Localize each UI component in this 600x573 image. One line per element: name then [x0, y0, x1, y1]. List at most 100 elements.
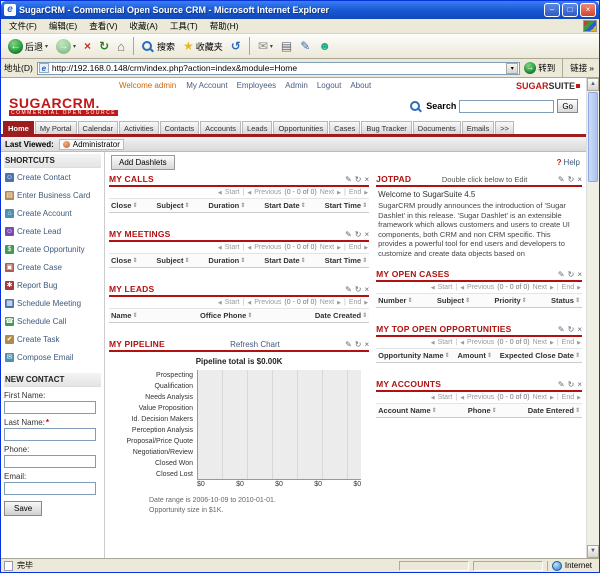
history-button[interactable]: ↺	[228, 38, 244, 55]
column-header[interactable]: Duration⇕	[208, 256, 245, 265]
sidebar-shortcut[interactable]: ⌂ Create Account	[4, 204, 101, 222]
refresh-dashlet-icon[interactable]: ↻	[568, 175, 575, 184]
add-dashlets-button[interactable]: Add Dashlets	[111, 155, 175, 170]
address-input[interactable]: e http://192.168.0.148/crm/index.php?act…	[37, 62, 520, 75]
stop-button[interactable]: ×	[81, 38, 94, 55]
sidebar-shortcut[interactable]: ✔ Create Task	[4, 330, 101, 348]
field-input[interactable]	[4, 401, 96, 414]
sidebar-shortcut[interactable]: ☺ Create Lead	[4, 222, 101, 240]
edit-dashlet-icon[interactable]: ✎	[345, 230, 352, 239]
refresh-dashlet-icon[interactable]: ↻	[355, 230, 362, 239]
edit-dashlet-icon[interactable]: ✎	[558, 325, 565, 334]
home-button[interactable]: ⌂	[114, 38, 128, 55]
dashlet-header[interactable]: MY MEETINGS ✎ ↻ ×	[109, 229, 369, 242]
column-header[interactable]: Subject⇕	[156, 256, 189, 265]
nav-tab[interactable]: Documents	[413, 121, 461, 134]
edit-dashlet-icon[interactable]: ✎	[345, 340, 352, 349]
sidebar-shortcut[interactable]: ▦ Schedule Meeting	[4, 294, 101, 312]
nav-tab[interactable]: Calendar	[78, 121, 118, 134]
column-header[interactable]: Subject⇕	[437, 296, 470, 305]
column-header[interactable]: Subject⇕	[156, 201, 189, 210]
forward-dropdown-icon[interactable]: ▾	[73, 43, 76, 50]
topbar-link[interactable]: Employees	[237, 81, 277, 90]
edit-dashlet-icon[interactable]: ✎	[345, 285, 352, 294]
column-header[interactable]: Opportunity Name⇕	[378, 351, 449, 360]
topbar-link[interactable]: About	[350, 81, 371, 90]
sidebar-shortcut[interactable]: $ Create Opportunity	[4, 240, 101, 258]
forward-button[interactable]: → ▾	[53, 38, 79, 55]
column-header[interactable]: Close⇕	[111, 201, 137, 210]
refresh-button[interactable]: ↻	[96, 38, 112, 55]
nav-tab[interactable]: Accounts	[200, 121, 241, 134]
topbar-link[interactable]: My Account	[186, 81, 227, 90]
topbar-link[interactable]: Logout	[317, 81, 341, 90]
mail-button[interactable]: ✉ ▾	[255, 38, 276, 55]
edit-dashlet-icon[interactable]: ✎	[558, 380, 565, 389]
menu-item[interactable]: 收藏(A)	[124, 19, 164, 33]
search-input[interactable]	[459, 100, 554, 113]
jotpad-content[interactable]: Welcome to SugarSuite 4.5 SugarCRM proud…	[376, 187, 582, 261]
back-button[interactable]: ← 后退 ▾	[5, 38, 51, 55]
column-header[interactable]: Expected Close Date⇕	[500, 351, 580, 360]
nav-tab[interactable]: >>	[495, 121, 514, 134]
menu-item[interactable]: 文件(F)	[3, 19, 43, 33]
dashlet-header[interactable]: MY OPEN CASES ✎ ↻ ×	[376, 269, 582, 282]
search-toolbar-button[interactable]: 搜索	[139, 39, 178, 54]
sidebar-shortcut[interactable]: ▣ Create Case	[4, 258, 101, 276]
column-header[interactable]: Close⇕	[111, 256, 137, 265]
nav-tab[interactable]: Bug Tracker	[361, 121, 411, 134]
column-header[interactable]: Status⇕	[551, 296, 580, 305]
edit-dashlet-icon[interactable]: ✎	[345, 175, 352, 184]
links-menu[interactable]: 链接 »	[570, 62, 596, 74]
nav-tab[interactable]: Leads	[242, 121, 272, 134]
nav-tab[interactable]: Contacts	[160, 121, 200, 134]
refresh-dashlet-icon[interactable]: ↻	[355, 175, 362, 184]
refresh-dashlet-icon[interactable]: ↻	[355, 340, 362, 349]
back-dropdown-icon[interactable]: ▾	[45, 43, 48, 50]
messenger-button[interactable]: ☻	[315, 38, 334, 55]
print-button[interactable]: ▤	[278, 38, 295, 55]
close-dashlet-icon[interactable]: ×	[577, 380, 582, 389]
menu-item[interactable]: 查看(V)	[83, 19, 123, 33]
menu-item[interactable]: 工具(T)	[164, 19, 204, 33]
address-dropdown-icon[interactable]: ▾	[506, 63, 518, 74]
field-input[interactable]	[4, 428, 96, 441]
sidebar-shortcut[interactable]: ☎ Schedule Call	[4, 312, 101, 330]
column-header[interactable]: Office Phone⇕	[200, 311, 252, 320]
column-header[interactable]: Start Date⇕	[264, 201, 305, 210]
edit-button[interactable]: ✎	[297, 38, 313, 55]
close-dashlet-icon[interactable]: ×	[364, 285, 369, 294]
close-button[interactable]: ×	[580, 3, 596, 17]
close-dashlet-icon[interactable]: ×	[364, 175, 369, 184]
dashlet-header[interactable]: MY CALLS ✎ ↻ ×	[109, 174, 369, 187]
close-dashlet-icon[interactable]: ×	[364, 340, 369, 349]
refresh-dashlet-icon[interactable]: ↻	[568, 325, 575, 334]
refresh-chart-link[interactable]: Refresh Chart	[169, 340, 341, 349]
sidebar-shortcut[interactable]: ✉ Compose Email	[4, 348, 101, 366]
field-input[interactable]	[4, 455, 96, 468]
column-header[interactable]: Phone⇕	[468, 406, 497, 415]
last-viewed-item[interactable]: Administrator	[59, 139, 124, 150]
close-dashlet-icon[interactable]: ×	[364, 230, 369, 239]
scroll-up-button[interactable]: ▲	[587, 78, 599, 91]
nav-tab[interactable]: Emails	[462, 121, 495, 134]
vertical-scrollbar[interactable]: ▲ ▼	[586, 78, 599, 558]
sidebar-shortcut[interactable]: ✱ Report Bug	[4, 276, 101, 294]
nav-tab[interactable]: My Portal	[35, 121, 77, 134]
close-dashlet-icon[interactable]: ×	[577, 325, 582, 334]
column-header[interactable]: Amount⇕	[458, 351, 492, 360]
column-header[interactable]: Start Date⇕	[264, 256, 305, 265]
nav-tab[interactable]: Home	[3, 121, 34, 134]
close-dashlet-icon[interactable]: ×	[577, 175, 582, 184]
maximize-button[interactable]: □	[562, 3, 578, 17]
save-button[interactable]: Save	[4, 501, 42, 516]
topbar-link[interactable]: Admin	[285, 81, 308, 90]
dashlet-header[interactable]: MY PIPELINE Refresh Chart ✎ ↻ ×	[109, 339, 369, 352]
edit-dashlet-icon[interactable]: ✎	[558, 270, 565, 279]
menu-item[interactable]: 帮助(H)	[204, 19, 245, 33]
scroll-track[interactable]	[587, 183, 599, 545]
column-header[interactable]: Number⇕	[378, 296, 412, 305]
favorites-button[interactable]: ★ 收藏夹	[180, 38, 226, 55]
edit-dashlet-icon[interactable]: ✎	[558, 175, 565, 184]
column-header[interactable]: Priority⇕	[494, 296, 526, 305]
